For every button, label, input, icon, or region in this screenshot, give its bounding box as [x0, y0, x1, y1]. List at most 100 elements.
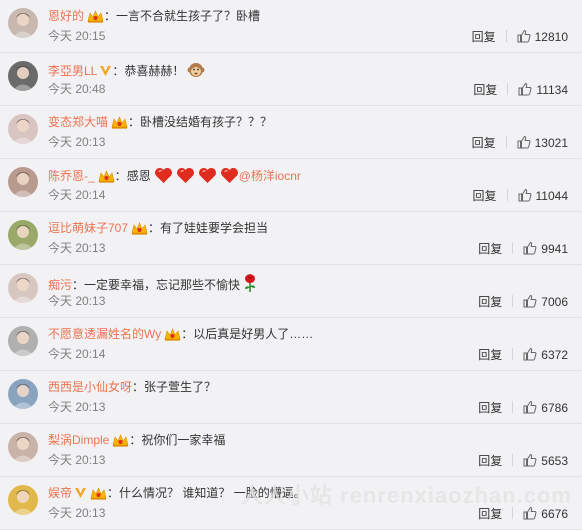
- reply-button[interactable]: 回复: [478, 295, 502, 309]
- username-link[interactable]: 梨涡Dimple: [48, 433, 109, 447]
- comment-time: 今天 20:13: [48, 453, 106, 467]
- member-crown-badge-icon[interactable]: [111, 115, 128, 129]
- colon-separator: ：: [129, 433, 142, 447]
- thumbs-up-icon: [517, 29, 535, 44]
- comment-time: 今天 20:14: [48, 347, 106, 361]
- member-crown-badge-icon[interactable]: [87, 9, 104, 23]
- avatar[interactable]: [8, 273, 38, 303]
- avatar[interactable]: [8, 8, 38, 38]
- reply-button[interactable]: 回复: [473, 83, 497, 97]
- comment-text: 感恩: [126, 169, 151, 183]
- thumbs-up-icon: [518, 188, 536, 203]
- comment-actions: 回复 6786: [478, 400, 568, 416]
- reply-button[interactable]: 回复: [478, 348, 502, 362]
- comment-line: 西西是小仙女呀：张子萱生了？: [48, 379, 216, 395]
- rose-icon: [243, 273, 257, 293]
- comment-actions: 回复 6372: [478, 347, 568, 363]
- action-divider: [512, 401, 514, 413]
- action-divider: [512, 295, 514, 307]
- comment-actions: 回复 13021: [472, 135, 568, 151]
- colon-separator: ：: [72, 278, 85, 292]
- like-button[interactable]: 13021: [517, 135, 568, 150]
- comment-row: 陈乔恩-_ ：感恩 @杨洋iocnr 今天 20:14 回复 11044: [0, 159, 582, 212]
- comment-row: 痴污：一定要幸福，忘记那些不愉快 今天 20:13 回复 7006: [0, 265, 582, 318]
- member-crown-badge-icon[interactable]: [112, 433, 129, 447]
- avatar[interactable]: [8, 220, 38, 250]
- comment-line: 李亞男LL ：恭喜赫赫！: [48, 61, 205, 79]
- reply-button[interactable]: 回复: [478, 454, 502, 468]
- verified-v-icon[interactable]: [99, 64, 112, 77]
- action-divider: [512, 454, 514, 466]
- comment-time: 今天 20:13: [48, 135, 106, 149]
- avatar[interactable]: [8, 432, 38, 462]
- avatar[interactable]: [8, 61, 38, 91]
- username-link[interactable]: 痴污: [48, 278, 72, 292]
- like-button[interactable]: 11134: [518, 82, 568, 97]
- comment-row: 李亞男LL ：恭喜赫赫！ 今天 20:48 回复 11134: [0, 53, 582, 106]
- member-crown-badge-icon[interactable]: [164, 327, 181, 341]
- avatar[interactable]: [8, 485, 38, 515]
- comment-time: 今天 20:14: [48, 188, 106, 202]
- like-count: 9941: [541, 242, 568, 256]
- like-count: 11044: [535, 189, 568, 203]
- like-button[interactable]: 11044: [518, 188, 568, 203]
- thumbs-up-icon: [517, 135, 535, 150]
- member-crown-badge-icon[interactable]: [90, 486, 107, 500]
- comment-line: 恩好的 ：一言不合就生孩子了？卧槽: [48, 8, 260, 24]
- thumbs-up-icon: [523, 453, 541, 468]
- comment-row: 不愿意透漏姓名的Wy ：以后真是好男人了…… 今天 20:14 回复 6372: [0, 318, 582, 371]
- mention-link[interactable]: @杨洋iocnr: [239, 169, 301, 183]
- comment-time: 今天 20:13: [48, 241, 106, 255]
- comment-line: 痴污：一定要幸福，忘记那些不愉快: [48, 273, 257, 292]
- reply-button[interactable]: 回复: [473, 189, 497, 203]
- username-link[interactable]: 变态郑大喵: [48, 115, 108, 129]
- username-link[interactable]: 李亞男LL: [48, 64, 97, 78]
- reply-button[interactable]: 回复: [478, 401, 502, 415]
- like-button[interactable]: 12810: [517, 29, 568, 44]
- action-divider: [512, 348, 514, 360]
- username-link[interactable]: 娱帝: [48, 486, 72, 500]
- reply-button[interactable]: 回复: [472, 30, 496, 44]
- username-link[interactable]: 逗比萌妹子707: [48, 221, 128, 235]
- avatar[interactable]: [8, 379, 38, 409]
- reply-button[interactable]: 回复: [478, 242, 502, 256]
- like-button[interactable]: 6786: [523, 400, 568, 415]
- username-link[interactable]: 陈乔恩-_: [48, 169, 95, 183]
- reply-button[interactable]: 回复: [472, 136, 496, 150]
- comment-time: 今天 20:48: [48, 82, 106, 96]
- comment-actions: 回复 5653: [478, 453, 568, 469]
- avatar[interactable]: [8, 326, 38, 356]
- like-count: 7006: [541, 295, 568, 309]
- thumbs-up-icon: [523, 400, 541, 415]
- comment-text: 祝你们一家幸福: [141, 433, 226, 447]
- like-count: 13021: [534, 136, 568, 150]
- comment-text: 以后真是好男人了……: [193, 327, 314, 341]
- like-button[interactable]: 7006: [523, 294, 568, 309]
- comment-line: 陈乔恩-_ ：感恩 @杨洋iocnr: [48, 167, 301, 184]
- comment-line: 变态郑大喵 ：卧槽没结婚有孩子？？？: [48, 114, 272, 130]
- comment-actions: 回复 11134: [473, 82, 568, 98]
- action-divider: [512, 242, 514, 254]
- comment-actions: 回复 7006: [478, 294, 568, 310]
- comment-time: 今天 20:13: [48, 506, 106, 520]
- like-count: 6372: [541, 348, 568, 362]
- member-crown-badge-icon[interactable]: [98, 169, 115, 183]
- like-button[interactable]: 9941: [523, 241, 568, 256]
- comment-text: 张子萱生了？: [144, 380, 217, 394]
- heart-icon: [154, 167, 173, 184]
- monkey-icon: [187, 61, 205, 79]
- username-link[interactable]: 恩好的: [48, 9, 84, 23]
- verified-v-icon[interactable]: [74, 486, 87, 499]
- comment-row: 恩好的 ：一言不合就生孩子了？卧槽 今天 20:15 回复 12810: [0, 0, 582, 53]
- avatar[interactable]: [8, 114, 38, 144]
- like-count: 11134: [536, 83, 568, 97]
- comment-list: 恩好的 ：一言不合就生孩子了？卧槽 今天 20:15 回复 12810 李亞男LL ：恭喜赫…: [0, 0, 582, 530]
- member-crown-badge-icon[interactable]: [131, 221, 148, 235]
- username-link[interactable]: 西西是小仙女呀: [48, 380, 132, 394]
- username-link[interactable]: 不愿意透漏姓名的Wy: [48, 327, 161, 341]
- like-button[interactable]: 6372: [523, 347, 568, 362]
- avatar[interactable]: [8, 167, 38, 197]
- like-button[interactable]: 5653: [523, 453, 568, 468]
- comment-time: 今天 20:13: [48, 400, 106, 414]
- comment-row: 逗比萌妹子707 ：有了娃娃要学会担当 今天 20:13 回复 9941: [0, 212, 582, 265]
